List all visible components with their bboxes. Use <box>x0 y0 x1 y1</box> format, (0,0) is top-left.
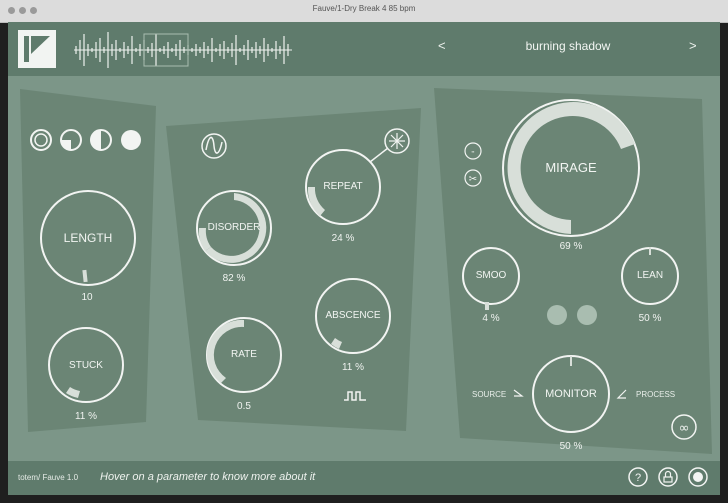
disorder-value: 82 % <box>222 273 246 284</box>
repeat-label: REPEAT <box>323 181 363 192</box>
window-titlebar: Fauve/1-Dry Break 4 85 bpm <box>0 0 728 23</box>
absence-label: ABSCENCE <box>325 310 381 321</box>
smoo-value: 4 % <box>482 313 500 324</box>
svg-text:✂: ✂ <box>469 174 477 185</box>
footer-icons: ? <box>628 467 708 487</box>
footer-bar: totem/ Fauve 1.0 Hover on a parameter to… <box>8 461 720 495</box>
process-arrow-icon <box>616 389 627 399</box>
controls-layer: ▪▪ ✂ ∞ <box>30 99 697 440</box>
monitor-label: MONITOR <box>545 388 597 400</box>
length-indicator <box>82 269 88 283</box>
stuck-value: 11 % <box>74 411 98 422</box>
repeat-value: 24 % <box>331 233 355 244</box>
smoo-label: SMOO <box>475 270 507 281</box>
monitor-indicator <box>570 356 572 366</box>
smoo-indicator <box>485 302 489 310</box>
stuck-label: STUCK <box>69 360 103 371</box>
help-icon[interactable]: ? <box>628 467 648 487</box>
source-arrow-icon <box>513 389 524 397</box>
mirage-value: 69 % <box>559 241 583 252</box>
monitor-value: 50 % <box>559 441 583 452</box>
rate-label: RATE <box>231 349 257 360</box>
square-wave-icon[interactable] <box>344 391 366 401</box>
rate-value: 0.5 <box>237 401 251 412</box>
mirage-label: MIRAGE <box>545 160 597 175</box>
quadrant-icons[interactable] <box>30 129 141 151</box>
lock-icon[interactable] <box>658 467 678 487</box>
svg-text:▪▪: ▪▪ <box>472 149 475 154</box>
plugin-window: Fauve/1-Dry Break 4 85 bpm < burning sha… <box>0 0 728 503</box>
length-label: LENGTH <box>63 231 113 245</box>
process-label: PROCESS <box>636 390 676 399</box>
svg-text:?: ? <box>635 472 641 484</box>
toggle-button-right[interactable] <box>577 305 597 325</box>
lean-value: 50 % <box>638 313 662 324</box>
disorder-label: DISORDER <box>207 222 261 233</box>
lean-indicator <box>649 247 651 255</box>
svg-text:∞: ∞ <box>679 421 690 436</box>
window-title: Fauve/1-Dry Break 4 85 bpm <box>312 4 416 13</box>
record-icon[interactable] <box>688 467 708 487</box>
absence-value: 11 % <box>341 362 365 373</box>
length-value: 10 <box>81 292 93 303</box>
toggle-button-left[interactable] <box>547 305 567 325</box>
lean-label: LEAN <box>636 270 664 281</box>
plugin-body: < burning shadow > ▪▪ ✂ ∞ LENGTH 10 STUC… <box>8 22 720 495</box>
source-label: SOURCE <box>472 390 507 399</box>
